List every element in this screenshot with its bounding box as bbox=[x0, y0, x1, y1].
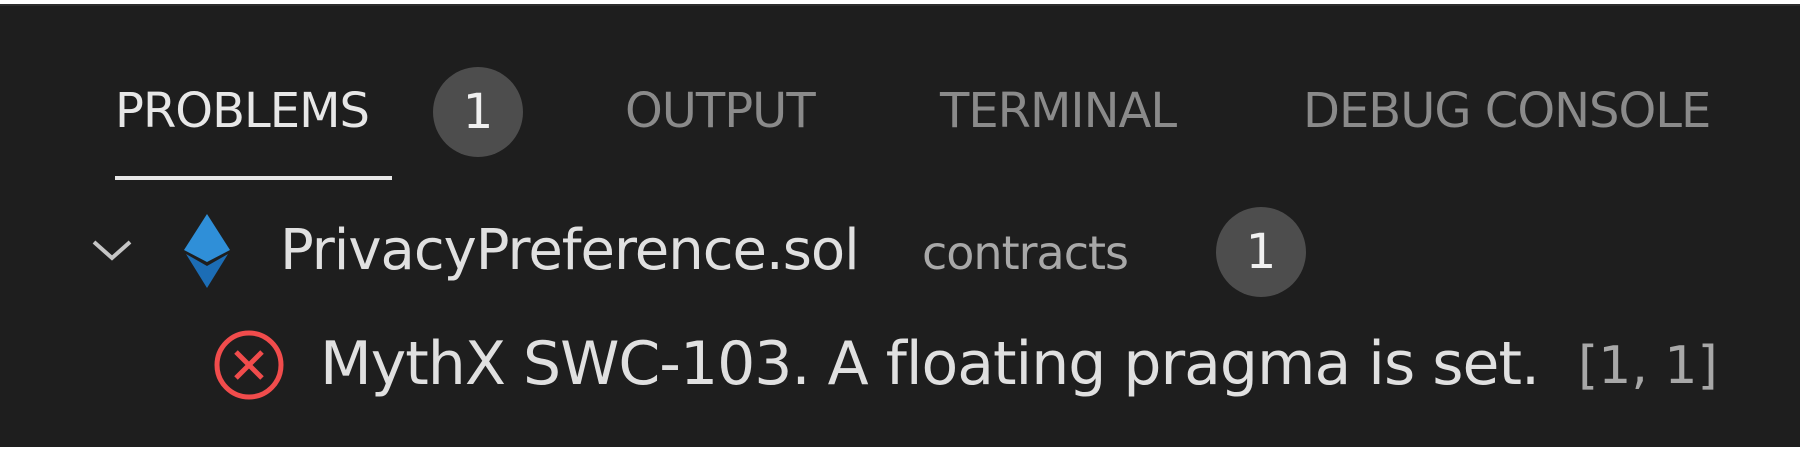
problem-position: [1, 1] bbox=[1578, 336, 1718, 396]
ethereum-icon bbox=[184, 214, 230, 288]
tab-problems[interactable]: PROBLEMS bbox=[115, 76, 370, 146]
problems-count-badge: 1 bbox=[433, 67, 523, 157]
panel-tab-bar: PROBLEMS 1 OUTPUT TERMINAL DEBUG CONSOLE bbox=[0, 6, 1800, 186]
chevron-down-icon[interactable] bbox=[88, 226, 136, 274]
problem-file-row[interactable]: PrivacyPreference.sol contracts 1 bbox=[0, 206, 1800, 298]
active-tab-indicator bbox=[115, 176, 392, 180]
problem-item-row[interactable]: MythX SWC-103. A floating pragma is set.… bbox=[0, 316, 1800, 416]
tab-debug-console[interactable]: DEBUG CONSOLE bbox=[1303, 76, 1711, 146]
problem-file-name: PrivacyPreference.sol bbox=[280, 218, 860, 283]
tab-terminal[interactable]: TERMINAL bbox=[940, 76, 1177, 146]
problem-message: MythX SWC-103. A floating pragma is set. bbox=[320, 329, 1540, 399]
problem-file-folder: contracts bbox=[922, 226, 1129, 280]
error-icon bbox=[214, 330, 284, 400]
problems-panel: PROBLEMS 1 OUTPUT TERMINAL DEBUG CONSOLE… bbox=[0, 4, 1800, 447]
tab-output[interactable]: OUTPUT bbox=[625, 76, 816, 146]
file-problem-count-badge: 1 bbox=[1216, 207, 1306, 297]
